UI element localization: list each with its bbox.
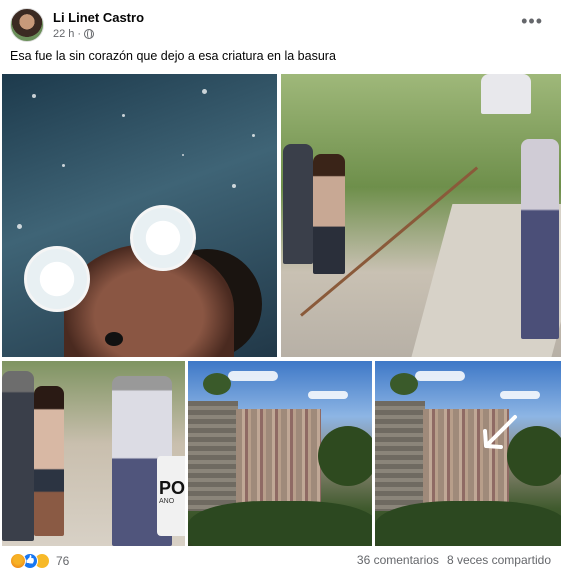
police-truck-letters: PO <box>159 478 185 498</box>
more-options-icon[interactable]: ••• <box>521 12 543 30</box>
foreground-trees <box>375 501 561 546</box>
timestamp[interactable]: 22 h <box>53 28 74 40</box>
people-on-stairway-photo[interactable] <box>281 74 561 357</box>
cloud <box>500 391 540 399</box>
snow-particle <box>32 94 36 98</box>
reaction-count: 76 <box>56 554 70 568</box>
post-header: Li Linet Castro 22 h · ••• <box>10 8 551 44</box>
cloud <box>308 391 348 399</box>
apartment-building-with-arrow-photo[interactable] <box>375 361 561 546</box>
snow-particle <box>62 164 65 167</box>
shares-count-link[interactable]: 8 veces compartido <box>447 553 551 567</box>
trees <box>318 426 372 486</box>
engagement-stats: 36 comentarios 8 veces compartido <box>357 553 551 567</box>
snow-particle <box>252 134 255 137</box>
woman-and-police-officer-photo[interactable]: PO ANO <box>2 361 185 546</box>
selfie-photo-with-bear-ears-filter[interactable] <box>2 74 277 357</box>
cloud <box>228 371 278 381</box>
palm-tree <box>203 373 231 395</box>
angry-reaction-icon <box>10 553 26 569</box>
building-left <box>375 401 425 511</box>
person-upper-background <box>481 74 531 114</box>
snow-particle <box>122 114 125 117</box>
woman-tank-top <box>313 154 345 274</box>
woman-tank-top <box>34 386 64 536</box>
building-left <box>188 401 238 511</box>
reactions-summary[interactable]: 76 <box>10 553 69 569</box>
post-footer: 76 36 comentarios 8 veces compartido <box>10 553 551 571</box>
filter-nose <box>105 332 123 346</box>
palm-tree <box>390 373 418 395</box>
globe-icon <box>84 29 95 39</box>
right-bear-ear-filter <box>130 205 196 271</box>
cloud <box>415 371 465 381</box>
post-text: Esa fue la sin corazón que dejo a esa cr… <box>10 49 336 63</box>
snow-particle <box>17 224 22 229</box>
comments-count-link[interactable]: 36 comentarios <box>357 553 439 567</box>
police-officer <box>521 139 559 339</box>
snow-particle <box>232 184 236 188</box>
post-meta: 22 h · <box>53 28 95 40</box>
snow-particle <box>202 89 207 94</box>
snow-particle <box>182 154 184 156</box>
police-truck: PO ANO <box>157 456 185 536</box>
man-dark-shirt <box>283 144 313 264</box>
avatar[interactable] <box>10 8 44 42</box>
author-name[interactable]: Li Linet Castro <box>53 10 144 25</box>
apartment-building-photo[interactable] <box>188 361 372 546</box>
foreground-trees <box>188 501 372 546</box>
left-bear-ear-filter <box>24 246 90 312</box>
police-truck-small-text: ANO <box>159 498 175 505</box>
arrow-icon <box>483 415 517 449</box>
man-dark-shirt <box>2 371 34 541</box>
